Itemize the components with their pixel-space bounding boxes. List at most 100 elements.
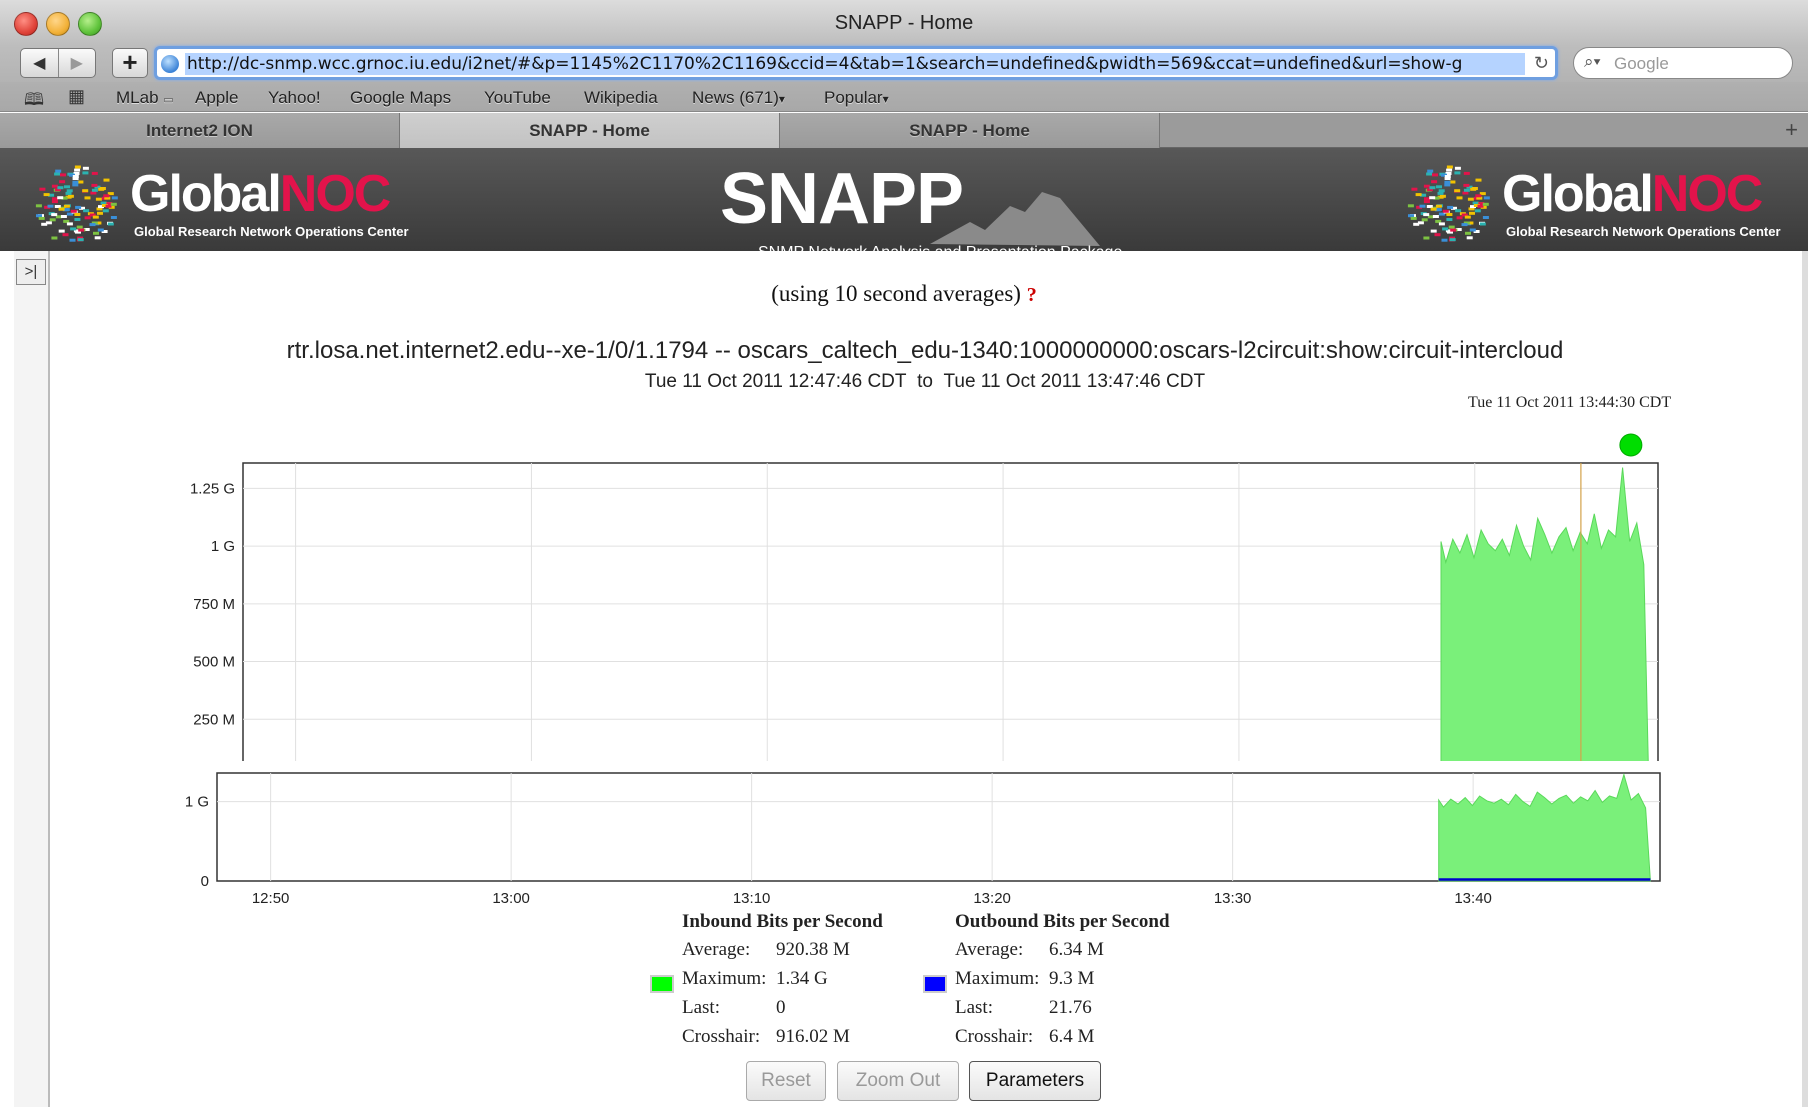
bookmark-youtube[interactable]: YouTube <box>484 88 551 108</box>
bookmark-popular[interactable]: Popular▾ <box>824 88 889 108</box>
logo-dot <box>1442 227 1449 231</box>
logo-dot <box>1438 189 1445 193</box>
bookmark-apple[interactable]: Apple <box>195 88 238 108</box>
bookmark-mlab[interactable]: MLab ▭ <box>116 88 174 108</box>
logo-dot <box>41 222 48 226</box>
main-content: >| (using 10 second averages) ? rtr.losa… <box>0 251 1808 1107</box>
top-sites-grid-icon[interactable]: ▦ <box>68 86 85 107</box>
logo-dot <box>43 193 50 197</box>
logo-dot <box>75 205 82 209</box>
bookmarks-book-icon[interactable]: 🕮 <box>24 87 44 116</box>
averages-note: (using 10 second averages) ? <box>771 281 1037 306</box>
logo-dot <box>72 175 79 178</box>
logo-dot <box>91 171 98 175</box>
expand-panel-icon: >| <box>24 263 38 280</box>
x-tick-label: 13:40 <box>1454 890 1492 907</box>
address-bar[interactable]: http://dc-snmp.wcc.grnoc.iu.edu/i2net/#&… <box>154 46 1558 80</box>
logo-dot <box>91 183 98 187</box>
x-tick-label: 13:30 <box>1214 890 1252 907</box>
add-bookmark-button[interactable]: + <box>112 48 148 78</box>
main-traffic-chart[interactable]: 12:5013:0013:1013:2013:3013:400250 M500 … <box>150 401 1700 761</box>
legend-row: Last: 21.76 <box>955 997 1092 1018</box>
forward-arrow-icon: ▶ <box>70 55 83 72</box>
logo-dot <box>1415 193 1422 197</box>
logo-dot <box>1421 218 1428 222</box>
tab-snapp-home-active[interactable]: SNAPP - Home <box>400 113 780 148</box>
logo-dot <box>74 213 81 216</box>
logo-dot <box>39 187 46 191</box>
overview-traffic-chart[interactable]: 12:50 13:00 13:10 13:20 13:30 13:40 0 1 G <box>150 767 1700 907</box>
search-icon: ⌕▾ <box>1584 52 1601 71</box>
new-tab-icon[interactable]: + <box>1785 117 1798 143</box>
logo-dot <box>1426 172 1433 176</box>
logo-dot <box>1424 197 1430 201</box>
logo-dot <box>1479 222 1486 226</box>
back-arrow-icon: ◀ <box>33 55 46 72</box>
logo-dot <box>49 218 56 222</box>
back-button[interactable]: ◀ <box>21 49 58 77</box>
logo-dot <box>1455 209 1462 213</box>
logo-dot <box>64 185 70 189</box>
url-text[interactable]: http://dc-snmp.wcc.grnoc.iu.edu/i2net/#&… <box>185 53 1525 75</box>
search-placeholder: Google <box>1614 54 1669 73</box>
logo-dot <box>60 173 66 177</box>
logo-dot <box>1444 175 1451 178</box>
logo-dot <box>63 208 70 211</box>
outbound-color-swatch <box>923 975 947 993</box>
globalnoc-logo-right[interactable]: GlobalNOC Global Research Network Operat… <box>1400 160 1781 242</box>
globalnoc-name: GlobalNOC <box>1502 165 1763 223</box>
logo-dot <box>1423 213 1430 217</box>
globalnoc-logo-left[interactable]: GlobalNOC Global Research Network Operat… <box>28 160 409 242</box>
logo-dot <box>1407 204 1414 208</box>
parameters-button[interactable]: Parameters <box>969 1061 1101 1101</box>
logo-dot <box>105 204 112 208</box>
nav-buttons: ◀ ▶ <box>20 48 96 78</box>
logo-dot <box>1450 228 1457 232</box>
logo-dot <box>35 204 42 208</box>
logo-dot <box>82 166 89 170</box>
logo-dot <box>54 172 61 176</box>
logo-dot <box>1413 222 1420 226</box>
bookmarks-bar: 🕮 ▦ MLab ▭ Apple Yahoo! Google Maps YouT… <box>0 82 1808 112</box>
reload-icon[interactable]: ↻ <box>1534 53 1549 74</box>
logo-dot <box>95 197 102 201</box>
logo-dot <box>1423 236 1430 240</box>
tab-snapp-home[interactable]: SNAPP - Home <box>780 113 1160 148</box>
logo-dot <box>1456 196 1463 200</box>
title-bar: SNAPP - Home <box>0 0 1808 46</box>
y-tick-label: 250 M <box>193 711 235 728</box>
help-link[interactable]: ? <box>1027 284 1037 306</box>
x-tick-label: 12:50 <box>252 890 290 907</box>
globe-icon <box>161 55 179 73</box>
logo-dot <box>103 194 110 198</box>
globalnoc-name: GlobalNOC <box>130 165 391 223</box>
zoom-out-button[interactable]: Zoom Out <box>837 1061 959 1101</box>
search-input[interactable]: ⌕▾ Google <box>1573 47 1793 79</box>
logo-dot <box>1462 191 1469 195</box>
logo-dot <box>1429 186 1436 190</box>
logo-dot <box>92 215 99 219</box>
logo-dot <box>1442 209 1449 213</box>
logo-dot <box>74 165 81 169</box>
bookmark-google-maps[interactable]: Google Maps <box>350 88 451 108</box>
bookmark-yahoo[interactable]: Yahoo! <box>268 88 321 108</box>
logo-dot <box>58 207 65 211</box>
logo-dot <box>82 171 89 175</box>
globalnoc-dots-icon <box>35 165 118 242</box>
logo-dot <box>1465 231 1471 235</box>
logo-dot <box>1467 197 1474 201</box>
window-title: SNAPP - Home <box>834 12 974 34</box>
bookmark-news[interactable]: News (671)▾ <box>692 88 785 108</box>
logo-dot <box>1430 229 1437 233</box>
logo-dot <box>74 218 81 221</box>
reset-button[interactable]: Reset <box>746 1061 826 1101</box>
forward-button[interactable]: ▶ <box>57 49 96 77</box>
logo-dot <box>65 191 72 195</box>
y-tick-label: 500 M <box>193 654 235 671</box>
bookmark-wikipedia[interactable]: Wikipedia <box>584 88 658 108</box>
snapp-logo[interactable]: SNAPP SNMP Network Analysis and Presenta… <box>720 162 1122 261</box>
tab-internet2-ion[interactable]: Internet2 ION <box>0 113 400 148</box>
browser-window: SNAPP - Home ◀ ▶ + http://dc-snmp.wcc.gr… <box>0 0 1808 1107</box>
graph-time-range: Tue 11 Oct 2011 12:47:46 CDT to Tue 11 O… <box>644 371 1206 392</box>
logo-dot <box>1431 180 1438 184</box>
